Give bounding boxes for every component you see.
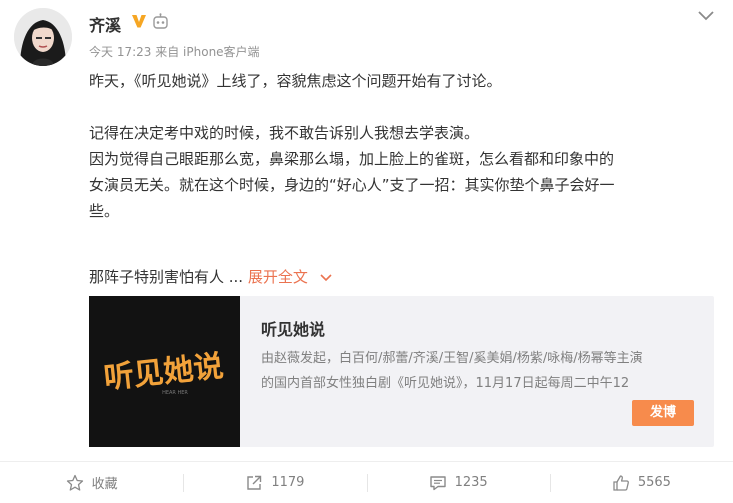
- post-line: 记得在决定考中戏的时候，我不敢告诉别人我想去学表演。: [89, 124, 480, 142]
- post-button[interactable]: 发博: [632, 400, 694, 426]
- card-thumbnail-art: 听见她说 HEAR HER: [89, 296, 240, 447]
- card-description: 由赵薇发起，白百何/郝蕾/齐溪/王智/奚美娟/杨紫/咏梅/杨幂等主演 的国内首部…: [261, 346, 701, 396]
- post-meta: 今天 17:23 来自 iPhone客户端: [89, 43, 260, 60]
- card-thumbnail-subtitle: HEAR HER: [162, 390, 188, 396]
- star-icon: [66, 474, 83, 491]
- comment-count: 1235: [454, 475, 488, 490]
- username[interactable]: 齐溪: [89, 12, 121, 36]
- action-bar: 收藏 1179 1235 5565: [0, 462, 733, 503]
- favorite-button[interactable]: 收藏: [0, 462, 183, 503]
- card-thumbnail[interactable]: 听见她说 HEAR HER: [89, 296, 240, 447]
- repost-button[interactable]: 1179: [183, 462, 366, 503]
- post-source[interactable]: 来自 iPhone客户端: [155, 45, 259, 59]
- verified-v-icon: [132, 15, 146, 28]
- post-body: 昨天，《听见她说》上线了，容貌焦虑这个问题开始有了讨论。 记得在决定考中戏的时候…: [89, 68, 709, 224]
- avatar-image: [14, 8, 72, 66]
- expand-full-text-link[interactable]: 展开全文: [248, 268, 308, 286]
- comment-icon: [429, 475, 446, 490]
- card-desc-line: 由赵薇发起，白百何/郝蕾/齐溪/王智/奚美娟/杨紫/咏梅/杨幂等主演: [261, 351, 643, 366]
- robot-icon: [153, 13, 168, 29]
- repost-icon: [247, 475, 262, 490]
- favorite-label: 收藏: [91, 477, 118, 492]
- expand-chevron-icon[interactable]: [319, 273, 333, 283]
- post-time[interactable]: 今天 17:23: [89, 45, 151, 59]
- post-line: 女演员无关。就在这个时候，身边的“好心人”支了一招：其实你垫个鼻子会好一: [89, 176, 615, 194]
- link-card[interactable]: 听见她说 HEAR HER 听见她说 由赵薇发起，白百何/郝蕾/齐溪/王智/奚美…: [89, 296, 714, 447]
- chevron-down-icon[interactable]: [696, 8, 716, 22]
- post-line: 昨天，《听见她说》上线了，容貌焦虑这个问题开始有了讨论。: [89, 72, 502, 90]
- card-title[interactable]: 听见她说: [261, 316, 325, 340]
- avatar[interactable]: [14, 8, 72, 66]
- post-gap: [89, 94, 709, 120]
- comment-button[interactable]: 1235: [366, 462, 550, 503]
- thumbs-up-icon: [613, 474, 629, 491]
- post-line: 些。: [89, 202, 120, 220]
- repost-count: 1179: [271, 475, 305, 490]
- post-line: 因为觉得自己眼距那么宽，鼻梁那么塌，加上脸上的雀斑，怎么看都和印象中的: [89, 150, 615, 168]
- truncated-text: 那阵子特别害怕有人 ...: [89, 268, 248, 286]
- truncated-line: 那阵子特别害怕有人 ... 展开全文: [89, 264, 333, 290]
- card-desc-line: 的国内首部女性独白剧《听见她说》，11月17日起每周二中午12: [261, 376, 630, 391]
- like-button[interactable]: 5565: [549, 462, 733, 503]
- like-count: 5565: [637, 475, 671, 490]
